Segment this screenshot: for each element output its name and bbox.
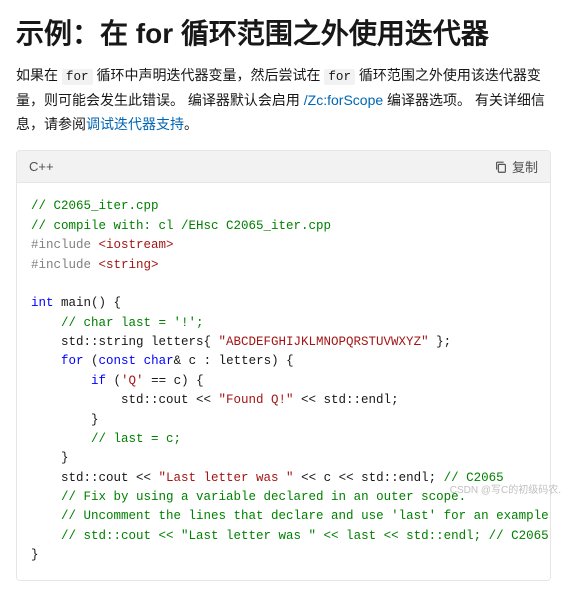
- page-title: 示例：在 for 循环范围之外使用迭代器: [16, 16, 551, 52]
- inline-code-for2: for: [324, 69, 355, 85]
- copy-button[interactable]: 复制: [494, 157, 538, 176]
- zc-forscope-link[interactable]: /Zc:forScope: [304, 92, 383, 108]
- inline-code-for1: for: [62, 69, 93, 85]
- copy-icon: [494, 160, 508, 174]
- code-header: C++ 复制: [17, 151, 550, 183]
- intro-paragraph: 如果在 for 循环中声明迭代器变量，然后尝试在 for 循环范围之外使用该迭代…: [16, 64, 551, 136]
- code-content: // C2065_iter.cpp // compile with: cl /E…: [17, 183, 550, 579]
- code-lang-label: C++: [29, 159, 54, 174]
- debug-iterator-support-link[interactable]: 调试迭代器支持: [86, 116, 184, 132]
- copy-label: 复制: [512, 157, 538, 176]
- code-block: C++ 复制 // C2065_iter.cpp // compile with…: [16, 150, 551, 580]
